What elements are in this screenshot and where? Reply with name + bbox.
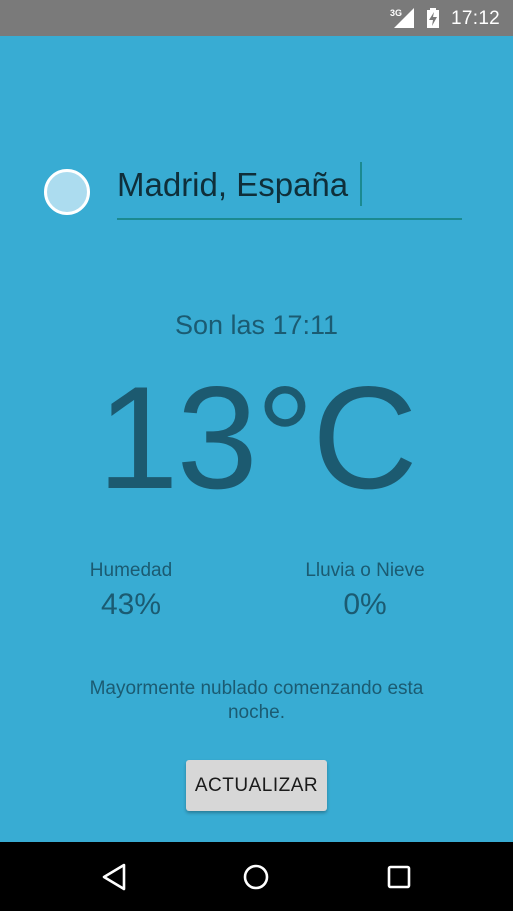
recents-icon[interactable] (384, 862, 414, 892)
weather-summary: Mayormente nublado comenzando esta noche… (89, 678, 424, 723)
signal-icon (394, 8, 414, 28)
status-bar: 3G 17:12 (0, 0, 513, 36)
temperature-value: 13°C (97, 356, 417, 519)
precipitation-label: Lluvia o Nieve (305, 560, 425, 581)
status-time: 17:12 (451, 8, 501, 29)
battery-charging-icon (427, 8, 439, 28)
humidity-stat: Humedad 43% (68, 560, 194, 622)
humidity-label: Humedad (89, 560, 173, 581)
home-icon[interactable] (241, 862, 271, 892)
navigation-bar (0, 842, 513, 911)
time-label: Son las 17:11 (174, 310, 339, 340)
precipitation-value: 0% (343, 588, 387, 621)
text-caret (360, 162, 362, 206)
precipitation-stat: Lluvia o Nieve 0% (290, 560, 440, 622)
refresh-button[interactable]: ACTUALIZAR (186, 760, 327, 811)
location-value: Madrid, España (117, 166, 349, 203)
back-icon[interactable] (99, 862, 129, 892)
humidity-value: 43% (100, 588, 162, 621)
location-input[interactable]: Madrid, España (117, 154, 462, 220)
weather-app: Madrid, España Son las 17:11 13°C Humeda… (0, 36, 513, 842)
location-circle-icon[interactable] (44, 169, 90, 215)
